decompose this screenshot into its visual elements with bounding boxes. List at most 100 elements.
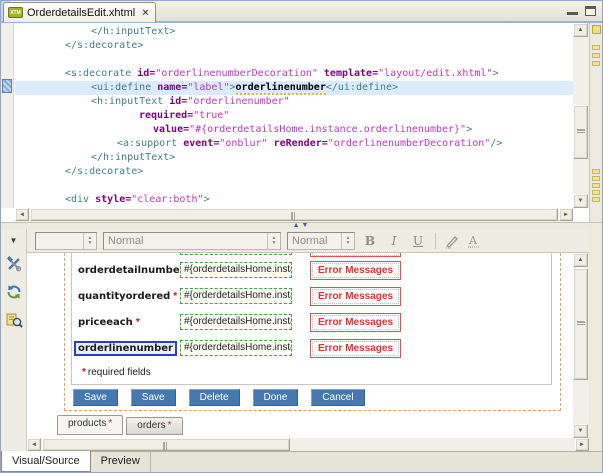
code-token: "layout/edit.xhtml" [378, 68, 492, 79]
occurrence-marker[interactable] [592, 183, 600, 188]
occurrence-marker[interactable] [592, 169, 600, 174]
occurrence-marker[interactable] [592, 176, 600, 181]
scroll-down-icon[interactable]: ▼ [573, 194, 588, 208]
code-line[interactable] [15, 179, 573, 193]
visual-vertical-scrollbar[interactable]: ▲ ▼ [573, 253, 589, 438]
code-line[interactable]: <a:support event="onblur" reRender="orde… [15, 137, 573, 151]
field-label[interactable]: quantityordered [78, 291, 170, 302]
tab-visual-source[interactable]: Visual/Source [1, 451, 91, 472]
scroll-thumb[interactable] [573, 105, 588, 159]
entity-tab-label: orders [137, 420, 165, 431]
source-vertical-scrollbar[interactable]: ▲ ▼ [573, 23, 589, 208]
code-token: id= [163, 96, 187, 107]
entity-tab-orders[interactable]: orders* [126, 417, 182, 435]
error-messages-box[interactable]: Error Messages [310, 253, 401, 257]
code-token: <ui:define [91, 82, 151, 93]
italic-button[interactable]: I [385, 232, 403, 250]
scroll-left-icon[interactable]: ◄ [15, 208, 29, 221]
form-rows: orderdetailnumber * #{orderdetailsHome.ins… [72, 257, 551, 361]
scroll-up-icon[interactable]: ▲ [573, 253, 588, 267]
scroll-thumb[interactable] [30, 208, 558, 221]
code-line[interactable]: </s:decorate> [15, 39, 573, 53]
combo-spinner-icon[interactable]: ▲▼ [341, 233, 354, 249]
scroll-up-icon[interactable]: ▲ [573, 23, 588, 37]
pane-splitter[interactable]: ▲▼ [1, 222, 602, 229]
field-label[interactable]: priceeach [78, 317, 133, 328]
visual-canvas[interactable]: #{orderdetailsHome.instan Error Messages… [27, 253, 575, 438]
tools-icon[interactable] [5, 255, 23, 273]
scroll-right-icon[interactable]: ► [575, 438, 589, 451]
cancel-button[interactable]: Cancel [311, 389, 364, 406]
error-messages-box[interactable]: Error Messages [310, 287, 401, 306]
field-input[interactable]: #{orderdetailsHome.instan [180, 340, 292, 356]
code-line[interactable]: </s:decorate> [15, 165, 573, 179]
field-label[interactable]: orderlinenumber [74, 341, 177, 356]
close-tab-icon[interactable]: × [142, 7, 148, 19]
visual-horizontal-scrollbar[interactable]: ◄ ► [27, 438, 589, 452]
annotation-ruler[interactable] [1, 23, 14, 208]
underline-button[interactable]: U [409, 232, 427, 250]
occurrence-marker[interactable] [592, 53, 600, 58]
code-area[interactable]: </h:inputText></s:decorate><s:decorate i… [15, 25, 573, 208]
code-line[interactable]: <div style="clear:both"> [15, 193, 573, 207]
entity-tab-products[interactable]: products* [57, 415, 123, 435]
editor-tab[interactable]: XTM OrderdetailsEdit.xhtml × [3, 2, 156, 22]
code-line[interactable]: <s:decorate id="orderlinenumberDecoratio… [15, 67, 573, 81]
scroll-right-icon[interactable]: ► [559, 208, 573, 221]
done-button[interactable]: Done [253, 389, 299, 406]
code-line[interactable]: <h:inputText id="orderlinenumber" [15, 95, 573, 109]
refresh-icon[interactable] [5, 283, 23, 301]
combo-spinner-icon[interactable]: ▲▼ [83, 233, 96, 249]
scroll-left-icon[interactable]: ◄ [27, 438, 41, 451]
code-line[interactable] [15, 53, 573, 67]
code-line[interactable]: </h:inputText> [15, 151, 573, 165]
field-input[interactable]: #{orderdetailsHome.instan [180, 262, 292, 278]
combo-spinner-icon[interactable]: ▲▼ [267, 233, 280, 249]
source-horizontal-scrollbar[interactable]: ◄ ► [15, 208, 573, 222]
scroll-thumb[interactable] [42, 438, 290, 451]
font-color-icon[interactable]: A [466, 233, 482, 249]
code-token: template= [318, 68, 378, 79]
save-button[interactable]: Save [131, 389, 176, 406]
maximize-view-icon[interactable] [585, 6, 596, 16]
splitter-up-icon[interactable]: ▲ [293, 222, 302, 229]
splitter-down-icon[interactable]: ▼ [302, 222, 311, 229]
code-token: style= [89, 194, 131, 205]
bold-button[interactable]: B [361, 232, 379, 250]
required-asterisk: * [136, 317, 140, 328]
thumb-grip [291, 212, 295, 220]
occurrence-marker[interactable] [592, 190, 600, 195]
paragraph-format-combo[interactable]: Normal ▲▼ [103, 232, 281, 250]
field-label[interactable]: orderdetailnumber [78, 265, 185, 276]
scroll-down-icon[interactable]: ▼ [573, 424, 588, 438]
page-preferences-icon[interactable] [5, 311, 23, 329]
font-combo[interactable]: Normal ▲▼ [287, 232, 355, 250]
field-input[interactable]: #{orderdetailsHome.instan [180, 314, 292, 330]
scroll-thumb[interactable] [573, 268, 588, 380]
style-class-combo[interactable]: ▲▼ [35, 232, 97, 250]
code-line[interactable]: required="true" [15, 109, 573, 123]
error-messages-box[interactable]: Error Messages [310, 313, 401, 332]
field-input[interactable]: #{orderdetailsHome.instan [180, 288, 292, 304]
code-line-highlighted[interactable]: <ui:define name="label">orderlinenumber<… [15, 81, 573, 95]
annotations-header-marker[interactable] [592, 25, 601, 34]
toolbar-overflow-icon[interactable]: ▼ [1, 236, 26, 245]
tab-preview[interactable]: Preview [91, 452, 151, 472]
thumb-grip [577, 129, 585, 133]
save-button[interactable]: Save [73, 389, 118, 406]
field-input[interactable]: #{orderdetailsHome.instan [180, 253, 292, 255]
occurrence-marker[interactable] [592, 61, 600, 66]
delete-button[interactable]: Delete [189, 389, 240, 406]
scrollbar-corner [589, 438, 602, 452]
highlight-pen-icon[interactable] [444, 233, 460, 249]
code-token: > [204, 194, 210, 205]
code-token: > [230, 82, 236, 93]
minimize-view-icon[interactable] [567, 6, 578, 15]
overview-ruler[interactable] [589, 23, 602, 222]
occurrence-marker[interactable] [592, 197, 600, 202]
error-messages-box[interactable]: Error Messages [310, 261, 401, 280]
occurrence-marker[interactable] [592, 45, 600, 50]
error-messages-box[interactable]: Error Messages [310, 339, 401, 358]
code-line[interactable]: value="#{orderdetailsHome.instance.order… [15, 123, 573, 137]
code-line[interactable]: </h:inputText> [15, 25, 573, 39]
